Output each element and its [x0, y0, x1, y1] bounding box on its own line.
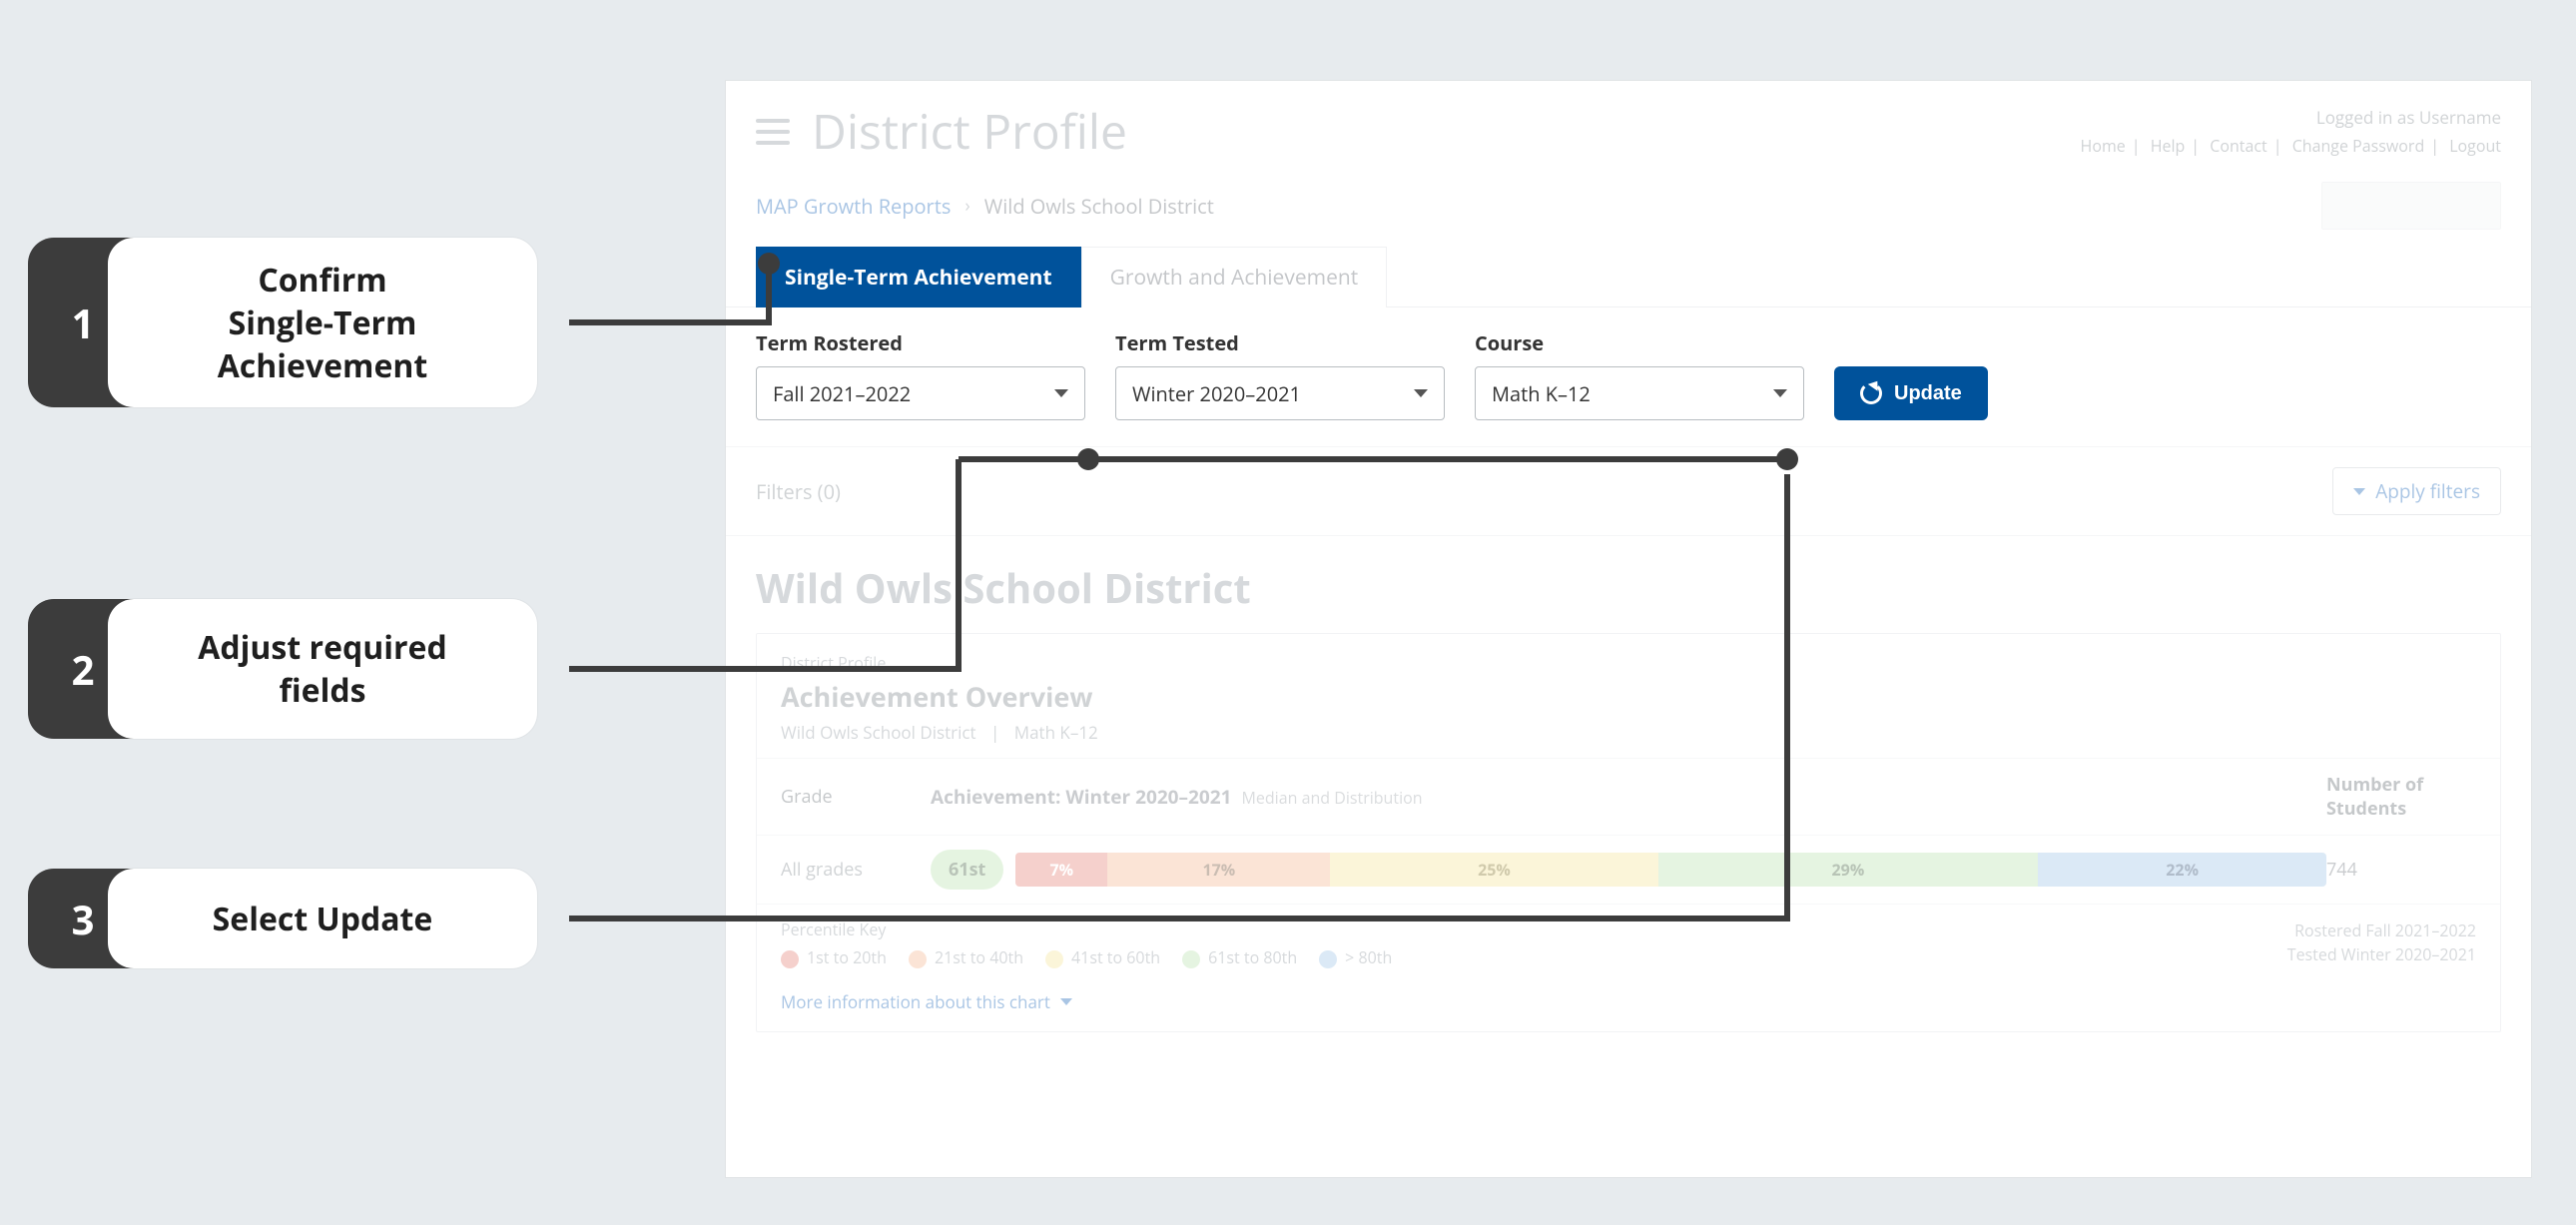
logged-in-as: Logged in as Username [2081, 106, 2501, 129]
update-label: Update [1894, 382, 1962, 405]
footer-rostered: Rostered Fall 2021–2022 [2287, 919, 2476, 942]
bar-segment: 7% [1015, 853, 1107, 887]
callout-text: ConfirmSingle-TermAchievement [108, 238, 537, 407]
card-subtitle: Wild Owls School District | Math K–12 [781, 721, 2476, 744]
footer-right: Rostered Fall 2021–2022 Tested Winter 20… [2287, 919, 2476, 966]
apply-filters-button[interactable]: Apply filters [2332, 467, 2501, 515]
chevron-down-icon [2353, 488, 2365, 495]
app-window: District Profile Logged in as Username H… [725, 80, 2532, 1178]
tab-single-term-achievement[interactable]: Single-Term Achievement [756, 247, 1081, 307]
bar-segment: 17% [1107, 853, 1330, 887]
median-pill: 61st [931, 850, 1003, 890]
link-change-password[interactable]: Change Password [2292, 135, 2425, 157]
field-term-tested: Term Tested Winter 2020–2021 [1115, 329, 1445, 420]
page-title: District Profile [812, 99, 1127, 164]
table-header: Grade Achievement: Winter 2020–2021 Medi… [757, 759, 2500, 836]
filters-count: Filters (0) [756, 478, 841, 505]
select-term-rostered[interactable]: Fall 2021–2022 [756, 366, 1085, 420]
callout-3: 3 Select Update [28, 869, 537, 968]
percentile-key-item: 61st to 80th [1182, 946, 1297, 968]
label-term-tested: Term Tested [1115, 329, 1445, 356]
percentile-key-item: 21st to 40th [909, 946, 1023, 968]
percentile-key-title: Percentile Key [781, 919, 1392, 940]
tab-strip: Single-Term Achievement Growth and Achie… [726, 246, 2531, 307]
col-achievement: Achievement: Winter 2020–2021 Median and… [931, 784, 2326, 810]
select-term-tested[interactable]: Winter 2020–2021 [1115, 366, 1445, 420]
filter-row: Term Rostered Fall 2021–2022 Term Tested… [726, 307, 2531, 447]
callout-text: Select Update [108, 869, 537, 968]
percentile-key-item: 41st to 60th [1045, 946, 1160, 968]
footer-tested: Tested Winter 2020–2021 [2287, 942, 2476, 966]
chevron-right-icon: › [965, 194, 969, 218]
apply-filters-label: Apply filters [2375, 478, 2480, 504]
callout-text: Adjust requiredfields [108, 599, 537, 739]
percentile-key-items: 1st to 20th 21st to 40th 41st to 60th 61st … [781, 946, 1392, 968]
header-right-placeholder [2321, 182, 2501, 230]
card-footer: Percentile Key 1st to 20th 21st to 40th 41… [757, 904, 2500, 978]
bar-segment: 25% [1330, 853, 1657, 887]
value-course: Math K–12 [1492, 380, 1591, 407]
more-info-link[interactable]: More information about this chart [757, 978, 2500, 1031]
distribution-bar: 61st 7%17%25%29%22% [931, 850, 2326, 890]
card-kicker: District Profile [781, 652, 2476, 674]
select-course[interactable]: Math K–12 [1475, 366, 1804, 420]
chevron-down-icon [1054, 389, 1068, 397]
tab-growth-and-achievement[interactable]: Growth and Achievement [1081, 247, 1388, 307]
update-button[interactable]: Update [1834, 366, 1988, 420]
value-term-tested: Winter 2020–2021 [1132, 380, 1301, 407]
breadcrumb-root[interactable]: MAP Growth Reports [756, 193, 951, 220]
field-term-rostered: Term Rostered Fall 2021–2022 [756, 329, 1085, 420]
label-term-rostered: Term Rostered [756, 329, 1085, 356]
filters-bar: Filters (0) Apply filters [726, 447, 2531, 536]
header-links: Home| Help| Contact| Change Password| Lo… [2081, 135, 2501, 157]
percentile-key-item: 1st to 20th [781, 946, 887, 968]
breadcrumb: MAP Growth Reports › Wild Owls School Di… [726, 174, 2531, 246]
callout-1: 1 ConfirmSingle-TermAchievement [28, 238, 537, 407]
legend-dot-icon [909, 950, 927, 968]
chevron-down-icon [1060, 998, 1072, 1005]
legend-dot-icon [1319, 950, 1337, 968]
district-heading: Wild Owls School District [726, 536, 2531, 633]
callout-2: 2 Adjust requiredfields [28, 599, 537, 739]
breadcrumb-current: Wild Owls School District [984, 193, 1214, 220]
link-home[interactable]: Home [2081, 135, 2126, 157]
menu-icon[interactable] [756, 119, 790, 145]
table-row: All grades 61st 7%17%25%29%22% 744 [757, 836, 2500, 904]
legend-dot-icon [1045, 950, 1063, 968]
percentile-key: Percentile Key 1st to 20th 21st to 40th 41… [781, 919, 1392, 968]
row-grade: All grades [781, 858, 931, 882]
field-course: Course Math K–12 [1475, 329, 1804, 420]
user-block: Logged in as Username Home| Help| Contac… [2081, 106, 2501, 157]
percentile-key-item: > 80th [1319, 946, 1392, 968]
bar-segment: 22% [2038, 853, 2326, 887]
row-students: 744 [2326, 858, 2476, 882]
app-header: District Profile Logged in as Username H… [726, 81, 2531, 174]
refresh-icon [1860, 382, 1882, 404]
chevron-down-icon [1414, 389, 1428, 397]
legend-dot-icon [1182, 950, 1200, 968]
card-title: Achievement Overview [781, 678, 2476, 715]
chevron-down-icon [1773, 389, 1787, 397]
link-logout[interactable]: Logout [2449, 135, 2501, 157]
link-contact[interactable]: Contact [2210, 135, 2266, 157]
label-course: Course [1475, 329, 1804, 356]
legend-dot-icon [781, 950, 799, 968]
link-help[interactable]: Help [2151, 135, 2186, 157]
card-header: District Profile Achievement Overview Wi… [757, 634, 2500, 759]
achievement-card: District Profile Achievement Overview Wi… [756, 633, 2501, 1032]
bar-segment: 29% [1658, 853, 2039, 887]
value-term-rostered: Fall 2021–2022 [773, 380, 911, 407]
col-grade: Grade [781, 785, 931, 809]
col-students: Number of Students [2326, 773, 2476, 821]
stacked-bar: 7%17%25%29%22% [1015, 853, 2326, 887]
